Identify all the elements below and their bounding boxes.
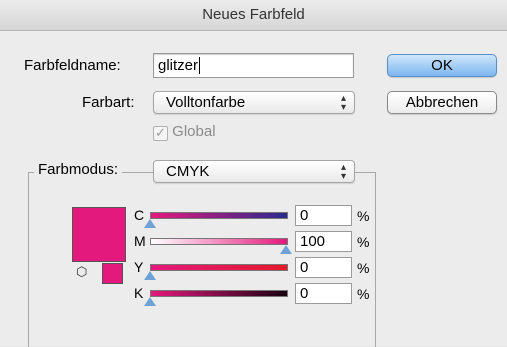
channel-value-m[interactable]: 100: [295, 231, 352, 252]
color-type-label: Farbart:: [82, 94, 135, 111]
color-type-value: Volltonfarbe: [166, 94, 246, 111]
channel-value-k[interactable]: 0: [295, 283, 352, 304]
color-mode-select[interactable]: CMYK ▴ ▾: [153, 160, 355, 183]
slider-thumb-k[interactable]: [144, 297, 156, 306]
global-checkbox[interactable]: ✓ Global: [153, 123, 216, 141]
channel-slider-c[interactable]: [150, 212, 288, 219]
percent-unit: %: [357, 208, 370, 224]
channel-label-k: K: [134, 285, 144, 301]
slider-thumb-m[interactable]: [280, 245, 292, 254]
percent-unit: %: [357, 260, 370, 276]
percent-unit: %: [357, 286, 370, 302]
channel-label-m: M: [134, 233, 146, 249]
channel-label-c: C: [134, 207, 145, 223]
swatch-name-input[interactable]: glitzer: [153, 53, 354, 78]
select-arrows-icon: ▴ ▾: [340, 162, 346, 182]
select-arrows-icon: ▴ ▾: [340, 93, 346, 113]
slider-thumb-c[interactable]: [144, 219, 156, 228]
channel-slider-k[interactable]: [150, 290, 288, 297]
color-mode-label: Farbmodus:: [34, 161, 123, 178]
slider-thumb-y[interactable]: [144, 271, 156, 280]
color-cube-icon: ⬡: [76, 264, 88, 279]
color-mode-value: CMYK: [166, 163, 210, 180]
new-swatch-dialog: Neues Farbfeld Farbfeldname: glitzer Far…: [0, 0, 507, 347]
channel-slider-m[interactable]: [150, 238, 288, 245]
global-label: Global: [172, 123, 216, 140]
cancel-button[interactable]: Abbrechen: [387, 91, 497, 114]
ok-button[interactable]: OK: [387, 54, 497, 77]
swatch-name-value: glitzer: [158, 57, 199, 74]
color-preview-swatch: [72, 207, 126, 262]
color-type-select[interactable]: Volltonfarbe ▴ ▾: [153, 91, 355, 114]
channel-label-y: Y: [134, 259, 144, 275]
checkbox-checked-icon: ✓: [153, 126, 168, 141]
out-of-gamut-swatch[interactable]: [102, 263, 123, 284]
swatch-name-label: Farbfeldname:: [24, 57, 121, 74]
channel-slider-y[interactable]: [150, 264, 288, 271]
channel-value-y[interactable]: 0: [295, 257, 352, 278]
window-title: Neues Farbfeld: [0, 0, 507, 31]
percent-unit: %: [357, 234, 370, 250]
channel-value-c[interactable]: 0: [295, 205, 352, 226]
